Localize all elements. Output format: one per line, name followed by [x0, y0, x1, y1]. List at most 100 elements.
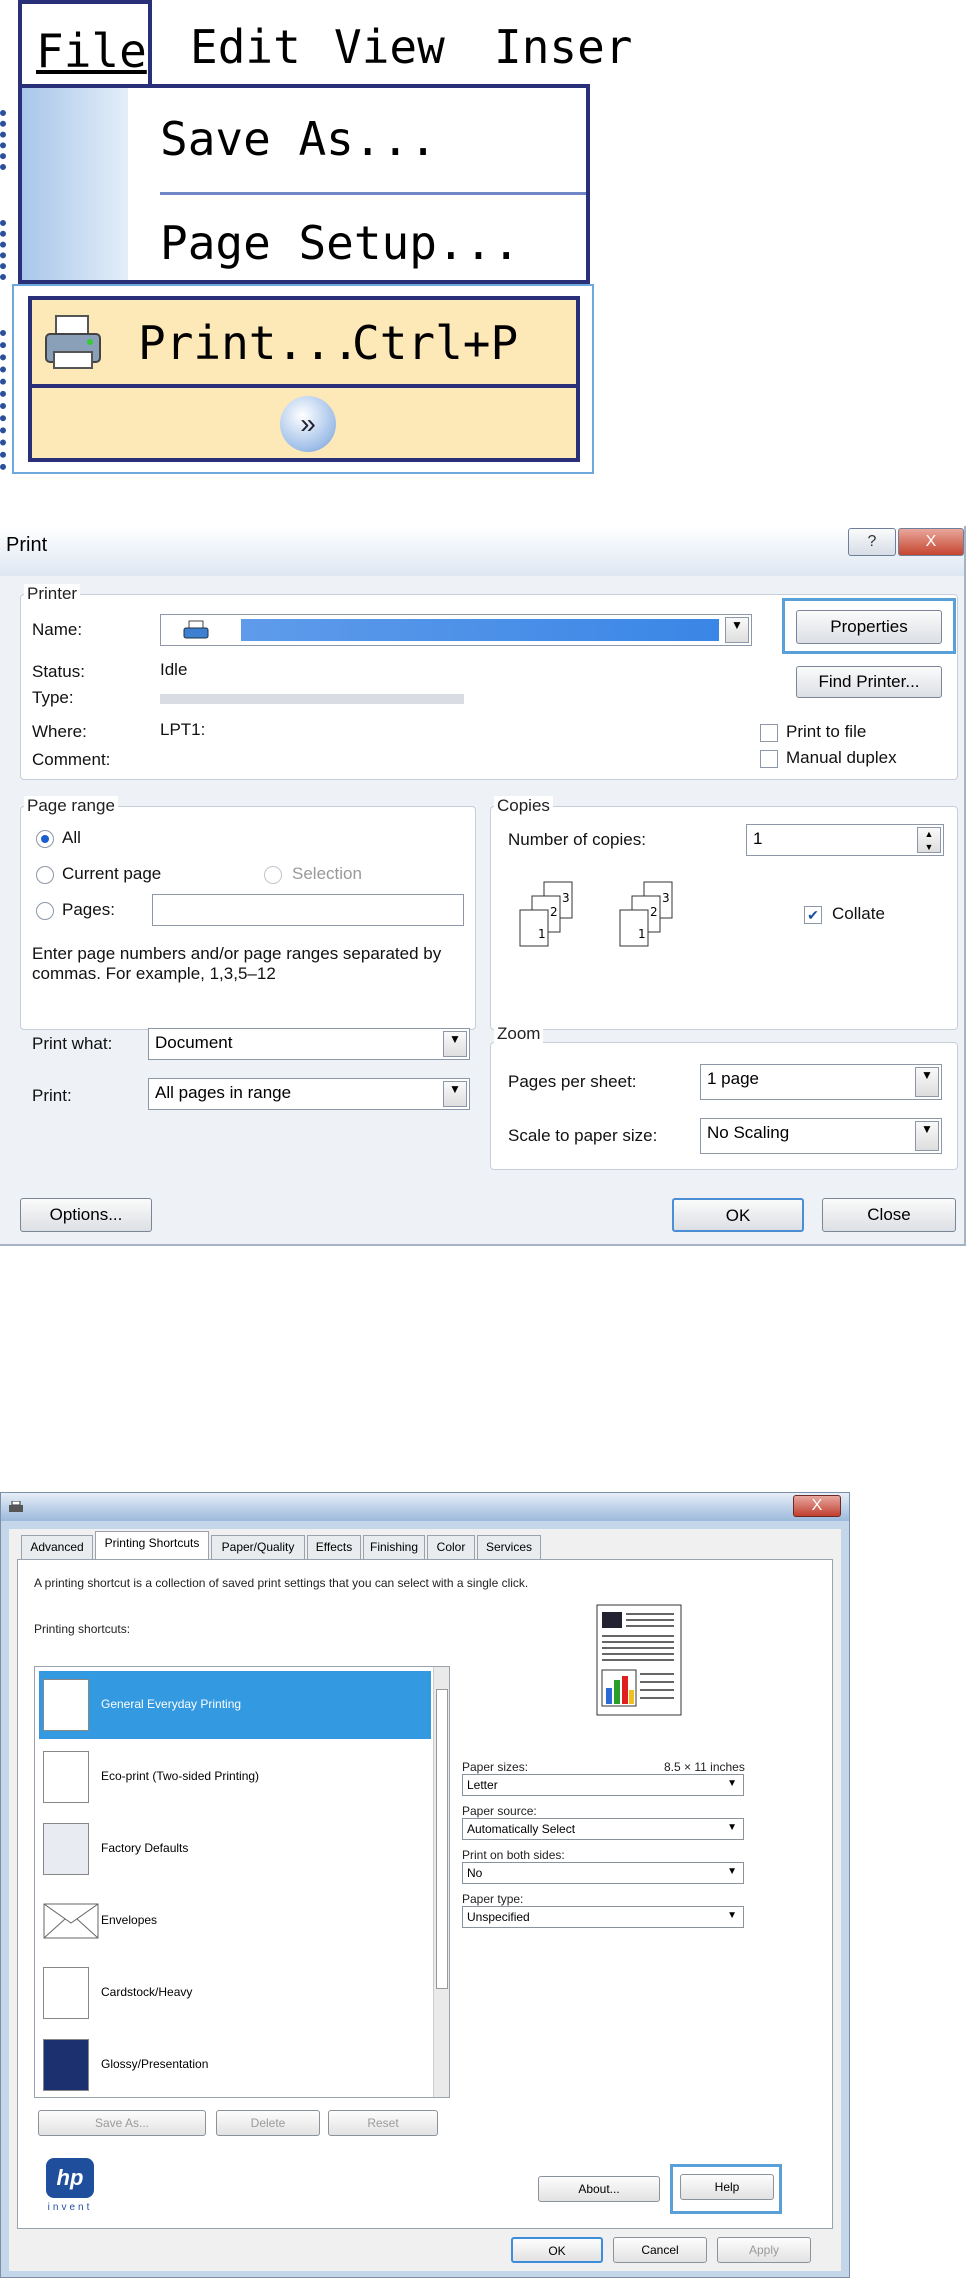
- dialog-title: Print: [6, 534, 48, 556]
- close-title-button[interactable]: X: [898, 528, 964, 556]
- shortcut-label: General Everyday Printing: [101, 1697, 242, 1711]
- printer-name-select[interactable]: ▼: [160, 614, 752, 646]
- paper-size-select[interactable]: Letter ▼: [462, 1774, 744, 1796]
- paper-size-value: Letter: [467, 1778, 498, 1792]
- blank-page-icon: [43, 1823, 89, 1875]
- title-bar: Print ? X: [0, 526, 964, 576]
- pages-per-sheet-label: Pages per sheet:: [508, 1072, 637, 1091]
- tab-printing-shortcuts[interactable]: Printing Shortcuts: [95, 1531, 209, 1560]
- delete-button[interactable]: Delete: [216, 2110, 320, 2136]
- list-item-eco-print[interactable]: Eco-print (Two-sided Printing): [39, 1743, 431, 1811]
- print-to-file-checkbox[interactable]: [760, 724, 778, 742]
- dropdown-arrow-icon[interactable]: ▼: [725, 617, 749, 643]
- menu-item-save-as[interactable]: Save As...: [160, 112, 437, 166]
- list-item-glossy-presentation[interactable]: Glossy/Presentation: [39, 2031, 431, 2097]
- menu-file[interactable]: File: [18, 0, 152, 92]
- svg-text:3: 3: [662, 891, 670, 905]
- tab-advanced[interactable]: Advanced: [21, 1535, 93, 1559]
- options-button[interactable]: Options...: [20, 1198, 152, 1232]
- tab-effects[interactable]: Effects: [307, 1535, 361, 1559]
- scale-select[interactable]: No Scaling ▼: [700, 1118, 942, 1154]
- collate-label: Collate: [832, 904, 885, 923]
- page-range-hint: Enter page numbers and/or page ranges se…: [32, 944, 442, 983]
- paper-source-select[interactable]: Automatically Select ▼: [462, 1818, 744, 1840]
- printer-icon: [45, 315, 101, 369]
- paper-type-value: Unspecified: [467, 1910, 530, 1924]
- ok-button[interactable]: OK: [672, 1198, 804, 1232]
- menu-view[interactable]: View: [334, 20, 445, 74]
- selection-label: Selection: [292, 864, 362, 883]
- background-toolbar-edge: [0, 220, 14, 280]
- pages-radio[interactable]: [36, 902, 54, 920]
- list-item-general-everyday-printing[interactable]: General Everyday Printing: [39, 1671, 431, 1739]
- shortcut-label: Cardstock/Heavy: [101, 1985, 193, 1999]
- cancel-button[interactable]: Cancel: [613, 2237, 707, 2263]
- scroll-thumb[interactable]: [436, 1689, 448, 1989]
- both-sides-select[interactable]: No ▼: [462, 1862, 744, 1884]
- list-item-factory-defaults[interactable]: Factory Defaults: [39, 1815, 431, 1883]
- pages-input[interactable]: [152, 894, 464, 926]
- ok-button[interactable]: OK: [511, 2237, 603, 2263]
- menu-item-print[interactable]: Print... Ctrl+P: [28, 296, 580, 388]
- manual-duplex-checkbox[interactable]: [760, 750, 778, 768]
- menu-edit[interactable]: Edit: [190, 20, 301, 74]
- print-what-select[interactable]: Document ▼: [148, 1028, 470, 1060]
- tab-color[interactable]: Color: [427, 1535, 475, 1559]
- find-printer-button[interactable]: Find Printer...: [796, 666, 942, 698]
- copies-input[interactable]: 1 ▲ ▼: [746, 824, 944, 856]
- list-item-cardstock-heavy[interactable]: Cardstock/Heavy: [39, 1959, 431, 2027]
- about-button[interactable]: About...: [538, 2176, 660, 2202]
- help-title-button[interactable]: ?: [848, 528, 896, 556]
- menu-icon-strip: [22, 88, 128, 280]
- shortcuts-list[interactable]: General Everyday Printing Eco-print (Two…: [34, 1666, 450, 2098]
- shortcut-label: Envelopes: [101, 1913, 158, 1927]
- list-item-envelopes[interactable]: Envelopes: [39, 1887, 431, 1955]
- svg-text:2: 2: [550, 905, 558, 919]
- print-what-label: Print what:: [32, 1034, 113, 1053]
- tab-services[interactable]: Services: [477, 1535, 541, 1559]
- list-scrollbar[interactable]: [433, 1667, 449, 2097]
- where-value: LPT1:: [160, 720, 206, 739]
- pages-label: Pages:: [62, 900, 115, 919]
- close-button[interactable]: Close: [822, 1198, 956, 1232]
- expand-chevron-icon[interactable]: »: [280, 396, 336, 452]
- number-of-copies-label: Number of copies:: [508, 830, 646, 849]
- help-button[interactable]: Help: [680, 2174, 774, 2200]
- tab-paper-quality[interactable]: Paper/Quality: [211, 1535, 305, 1559]
- properties-button[interactable]: Properties: [796, 610, 942, 644]
- reset-button[interactable]: Reset: [328, 2110, 438, 2136]
- printer-properties-dialog: X Advanced Printing Shortcuts Paper/Qual…: [0, 1492, 850, 2278]
- print-dialog-window: Print ? X Printer Name: ▼ Status: Idle T…: [0, 526, 966, 1246]
- apply-button[interactable]: Apply: [717, 2237, 811, 2263]
- svg-text:1: 1: [538, 927, 546, 941]
- pages-per-sheet-select[interactable]: 1 page ▼: [700, 1064, 942, 1100]
- comment-label: Comment:: [32, 750, 111, 769]
- collate-checkbox[interactable]: ✔: [804, 906, 822, 924]
- dropdown-arrow-icon[interactable]: ▼: [915, 1067, 939, 1097]
- svg-text:2: 2: [650, 905, 658, 919]
- selection-radio[interactable]: [264, 866, 282, 884]
- dropdown-arrow-icon[interactable]: ▼: [443, 1081, 467, 1107]
- current-page-radio[interactable]: [36, 866, 54, 884]
- print-what-value: Document: [155, 1033, 233, 1052]
- menu-insert[interactable]: Inser: [494, 20, 632, 74]
- paper-sizes-dimensions: 8.5 × 11 inches: [664, 1760, 745, 1774]
- background-toolbar-edge: [0, 110, 14, 170]
- close-window-button[interactable]: X: [793, 1495, 841, 1517]
- dropdown-arrow-icon[interactable]: ▼: [915, 1121, 939, 1151]
- paper-source-label: Paper source:: [462, 1804, 537, 1818]
- paper-type-select[interactable]: Unspecified ▼: [462, 1906, 744, 1928]
- properties-title-bar: X: [1, 1493, 849, 1521]
- all-radio[interactable]: [36, 830, 54, 848]
- dropdown-arrow-icon[interactable]: ▼: [443, 1031, 467, 1057]
- collate-pages-icon: 3 2 1: [619, 881, 673, 947]
- paper-source-value: Automatically Select: [467, 1822, 576, 1836]
- print-select[interactable]: All pages in range ▼: [148, 1078, 470, 1110]
- tab-finishing[interactable]: Finishing: [363, 1535, 425, 1559]
- print-to-file-label: Print to file: [786, 722, 867, 741]
- menu-expand-row[interactable]: »: [28, 388, 580, 462]
- menu-item-page-setup[interactable]: Page Setup...: [160, 216, 520, 270]
- spinner-icon[interactable]: ▲ ▼: [917, 827, 941, 853]
- save-as-button[interactable]: Save As...: [38, 2110, 206, 2136]
- print-value: All pages in range: [155, 1083, 292, 1102]
